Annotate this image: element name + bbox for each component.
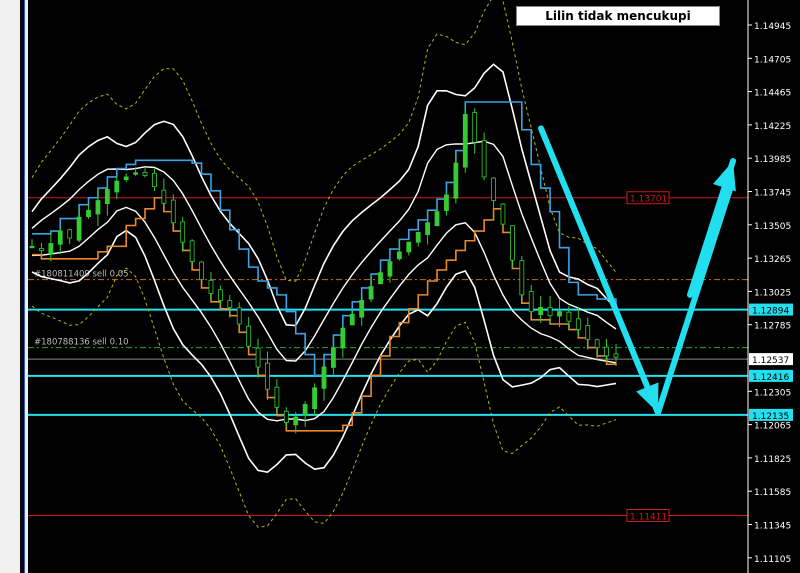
- tick-label: 1.11345: [754, 522, 791, 532]
- candle-body: [86, 209, 91, 218]
- candle-body: [227, 300, 233, 308]
- candle-body: [57, 230, 63, 245]
- tick-label: 1.14465: [754, 89, 791, 99]
- candle-body: [142, 171, 148, 176]
- candle-body: [123, 176, 129, 181]
- candle-body: [538, 306, 544, 316]
- current-tag-label: 1.12537: [752, 356, 789, 366]
- candle-body: [566, 311, 572, 322]
- candle-body: [161, 189, 167, 204]
- tick-label: 1.14225: [754, 122, 791, 132]
- candle-body: [528, 291, 534, 312]
- tick-label: 1.14705: [754, 55, 791, 65]
- candle-body: [491, 177, 496, 201]
- tick-label: 1.11585: [754, 488, 791, 498]
- candle-body: [519, 260, 525, 296]
- candle-body: [265, 362, 270, 390]
- candle-body: [312, 387, 317, 409]
- red-resistance-label: 1.13701: [630, 195, 667, 205]
- candle-body: [189, 240, 195, 262]
- cyan-level-1-tag-label: 1.12894: [752, 307, 789, 317]
- candle-body: [406, 241, 412, 253]
- red-support-label: 1.11411: [630, 512, 667, 522]
- tick-label: 1.13985: [754, 155, 791, 165]
- candle-body: [434, 211, 440, 227]
- tick-label: 1.12065: [754, 422, 791, 432]
- white-band-lower: [31, 229, 617, 474]
- cyan-level-3-tag-label: 1.12135: [752, 412, 789, 422]
- chart-title: Lilin tidak mencukupi: [516, 6, 720, 26]
- candle-body: [114, 180, 120, 193]
- up-arrow-head: [713, 161, 736, 192]
- candle-body: [76, 216, 82, 241]
- candle-body: [509, 225, 515, 261]
- candle-body: [415, 232, 421, 243]
- tick-label: 1.14945: [754, 22, 791, 32]
- price-axis: 1.14945 1.14705 1.14465 1.14225 1.13985 1.137…: [747, 0, 791, 573]
- candle-body: [293, 416, 299, 426]
- candle-body: [321, 366, 327, 389]
- candle-body: [152, 172, 157, 188]
- candle-body: [274, 386, 280, 408]
- cyan-level-2-tag-label: 1.12416: [752, 373, 789, 383]
- candle-body: [180, 221, 186, 243]
- candle-body: [500, 203, 506, 225]
- down-arrow-head: [636, 382, 659, 413]
- candle-body: [472, 112, 478, 143]
- arrows-layer: [538, 125, 736, 416]
- tick-label: 1.13505: [754, 222, 791, 232]
- candle-body: [613, 353, 619, 358]
- candle-body: [302, 404, 308, 416]
- candle-body: [387, 261, 393, 277]
- candle-body: [255, 347, 261, 368]
- candle-body: [95, 200, 101, 215]
- candle-body: [396, 251, 402, 260]
- tick-label: 1.12785: [754, 322, 791, 332]
- candle-body: [283, 410, 289, 423]
- price-chart[interactable]: 1.137011.11411#180811409 sell 0.05#18078…: [0, 0, 800, 573]
- candle-body: [585, 325, 591, 340]
- candle-body: [453, 162, 459, 199]
- candle-body: [67, 229, 73, 239]
- candle-body: [368, 286, 374, 300]
- candle-body: [48, 243, 54, 255]
- candle-body: [236, 307, 242, 325]
- candle-body: [39, 248, 44, 251]
- candle-body: [104, 189, 110, 205]
- candle-body: [359, 300, 365, 318]
- candle-body: [246, 325, 252, 347]
- candle-body: [29, 245, 35, 249]
- candle-body: [604, 346, 609, 357]
- bands-layer: [31, 0, 617, 528]
- candle-body: [331, 347, 336, 368]
- candle-body: [349, 313, 355, 326]
- candle-body: [547, 306, 553, 317]
- candle-body: [444, 194, 449, 211]
- outer-band-upper: [31, 0, 617, 282]
- white-band-upper: [31, 63, 617, 327]
- order-label: #180788136 sell 0.10: [34, 338, 129, 348]
- candle-body: [199, 261, 204, 281]
- candle-body: [594, 339, 600, 348]
- tick-label: 1.13265: [754, 255, 791, 265]
- candle-body: [462, 114, 468, 168]
- candle-body: [133, 172, 139, 175]
- blue-channel: [32, 101, 617, 377]
- candle-body: [378, 272, 383, 285]
- tick-label: 1.11825: [754, 455, 791, 465]
- candle-body: [481, 140, 487, 178]
- up-arrow-shaft: [655, 180, 735, 416]
- candle-body: [340, 327, 346, 349]
- tick-label: 1.11105: [754, 555, 791, 565]
- candle-body: [425, 222, 431, 236]
- tick-label: 1.13025: [754, 288, 791, 298]
- candle-body: [208, 279, 214, 294]
- candle-body: [217, 289, 223, 301]
- candle-body: [170, 199, 176, 224]
- candle-body: [557, 311, 562, 317]
- tick-label: 1.12305: [754, 388, 791, 398]
- candle-body: [575, 318, 581, 330]
- chart-frame: 1.13701 1.11411 #180811409 sell 0.05 #18078…: [0, 0, 800, 573]
- tick-label: 1.13745: [754, 189, 791, 199]
